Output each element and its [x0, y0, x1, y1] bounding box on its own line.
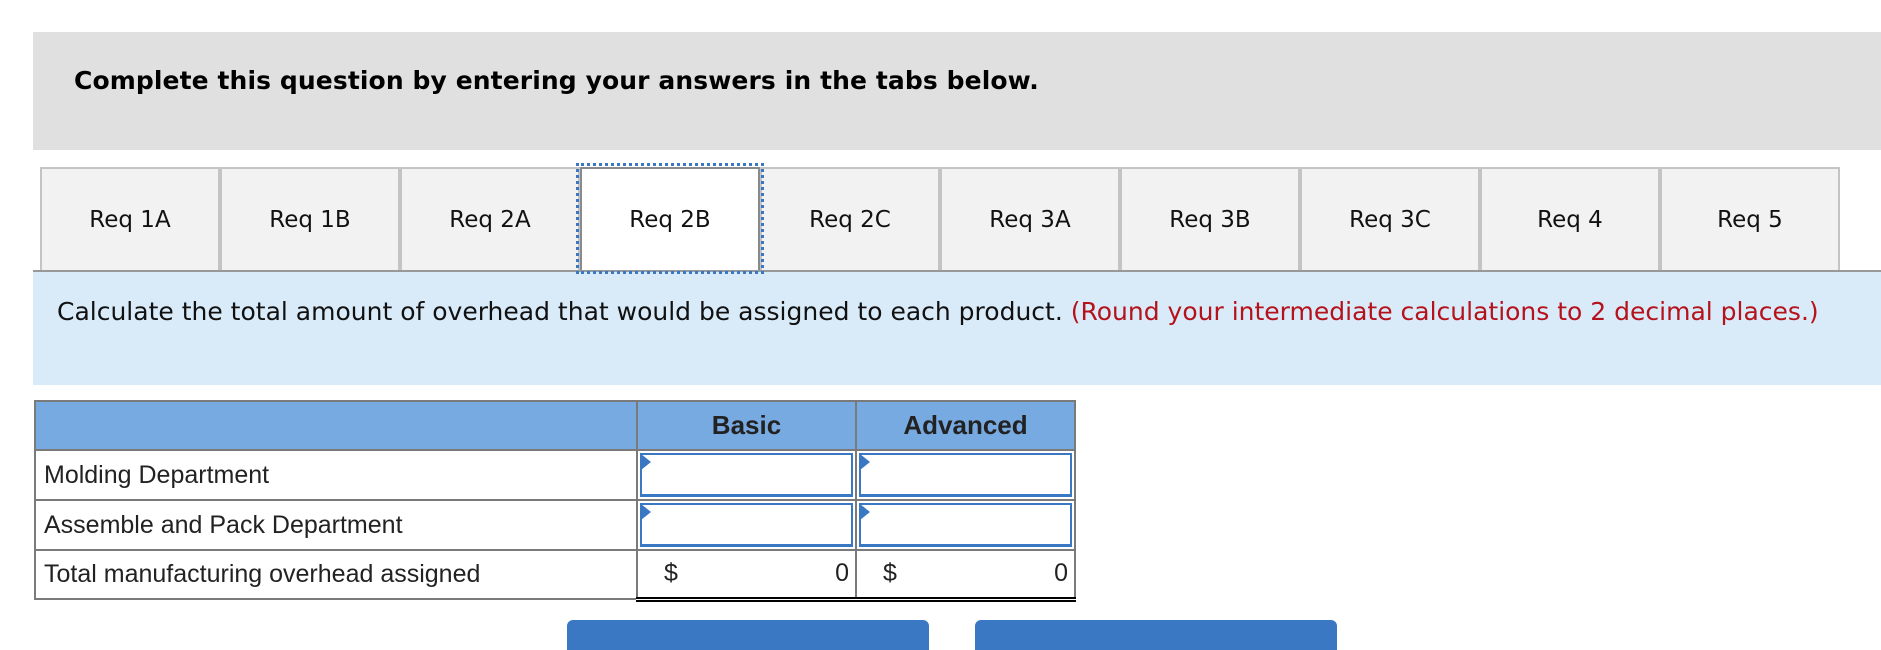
tab-req-3b[interactable]: Req 3B	[1120, 167, 1300, 270]
previous-tab-button[interactable]	[567, 620, 929, 650]
assemble-advanced-cell	[855, 499, 1076, 551]
tab-label: Req 4	[1537, 206, 1603, 233]
tab-req-2b[interactable]: Req 2B	[576, 163, 764, 274]
row-label: Molding Department	[34, 449, 638, 501]
tab-label: Req 2C	[809, 206, 891, 233]
tab-label: Req 1B	[269, 206, 351, 233]
tab-req-1b[interactable]: Req 1B	[220, 167, 400, 270]
next-tab-button[interactable]	[975, 620, 1337, 650]
table-row: Molding Department	[34, 449, 1076, 501]
tab-label: Req 2B	[629, 206, 711, 233]
currency-symbol: $	[664, 559, 678, 588]
table-row-total: Total manufacturing overhead assigned $0…	[34, 549, 1076, 602]
instruction-paragraph: Calculate the total amount of overhead t…	[57, 294, 1857, 329]
tab-label: Req 3B	[1169, 206, 1251, 233]
input-flag-icon	[860, 504, 870, 520]
total-basic-cell: $0	[636, 549, 857, 602]
total-advanced-value: 0	[1054, 559, 1068, 588]
table-row: Assemble and Pack Department	[34, 499, 1076, 551]
assemble-basic-cell	[636, 499, 857, 551]
molding-advanced-input[interactable]	[859, 453, 1072, 497]
molding-advanced-cell	[855, 449, 1076, 501]
question-title: Complete this question by entering your …	[74, 66, 1039, 95]
requirement-tabs: Req 1A Req 1B Req 2A Req 2B Req 2C Req 3…	[40, 163, 1840, 274]
overhead-table: Basic Advanced Molding Department Assemb…	[34, 400, 1076, 602]
header-basic: Basic	[636, 400, 857, 451]
total-advanced-cell: $0	[855, 549, 1076, 602]
instruction-box: Calculate the total amount of overhead t…	[33, 272, 1881, 385]
tab-req-3c[interactable]: Req 3C	[1300, 167, 1480, 270]
rounding-note: (Round your intermediate calculations to…	[1070, 297, 1819, 326]
tab-label: Req 1A	[89, 206, 171, 233]
molding-basic-cell	[636, 449, 857, 501]
currency-symbol: $	[883, 559, 897, 588]
header-advanced: Advanced	[855, 400, 1076, 451]
row-label: Assemble and Pack Department	[34, 499, 638, 551]
header-blank	[34, 400, 638, 451]
assemble-basic-input[interactable]	[640, 503, 853, 547]
instruction-text: Calculate the total amount of overhead t…	[57, 297, 1063, 326]
input-flag-icon	[641, 504, 651, 520]
question-header: Complete this question by entering your …	[33, 32, 1881, 150]
input-flag-icon	[860, 454, 870, 470]
tab-label: Req 2A	[449, 206, 531, 233]
tab-label: Req 3A	[989, 206, 1071, 233]
tab-req-3a[interactable]: Req 3A	[940, 167, 1120, 270]
total-basic-value: 0	[835, 559, 849, 588]
tab-req-1a[interactable]: Req 1A	[40, 167, 220, 270]
tab-label: Req 5	[1717, 206, 1783, 233]
input-flag-icon	[641, 454, 651, 470]
tab-req-4[interactable]: Req 4	[1480, 167, 1660, 270]
tab-req-2a[interactable]: Req 2A	[400, 167, 580, 270]
molding-basic-input[interactable]	[640, 453, 853, 497]
table-header-row: Basic Advanced	[34, 400, 1076, 451]
row-label: Total manufacturing overhead assigned	[34, 549, 638, 600]
assemble-advanced-input[interactable]	[859, 503, 1072, 547]
tab-label: Req 3C	[1349, 206, 1431, 233]
tab-req-2c[interactable]: Req 2C	[760, 167, 940, 270]
tab-req-5[interactable]: Req 5	[1660, 167, 1840, 270]
